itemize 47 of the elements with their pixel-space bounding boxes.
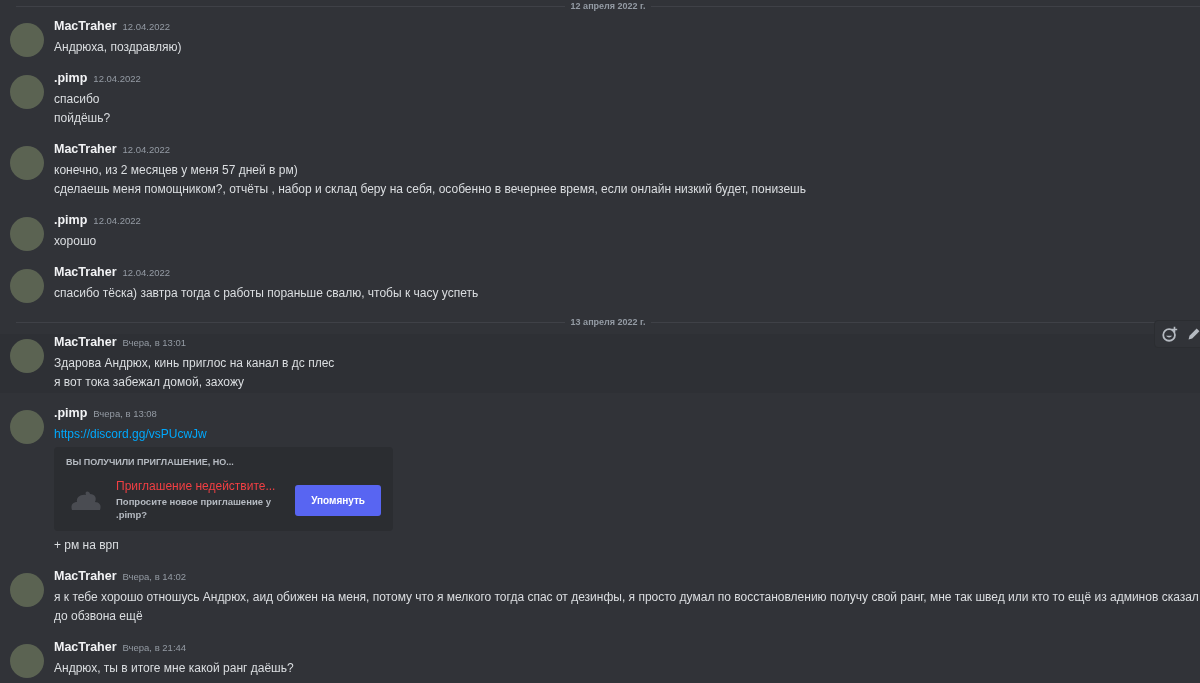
message-text: конечно, из 2 месяцев у меня 57 дней в рм) [54,162,299,179]
username[interactable]: .pimp [54,406,88,420]
username[interactable]: .pimp [54,213,88,227]
message-text: Здарова Андрюх, кинь приглос на канал в дс плес [54,355,336,372]
timestamp: 12.04.2022 [122,267,171,278]
avatar[interactable] [10,410,44,444]
invite-heading: ВЫ ПОЛУЧИЛИ ПРИГЛАШЕНИЕ, НО... [66,457,235,467]
avatar[interactable] [10,269,44,303]
timestamp: 12.04.2022 [93,73,141,84]
username[interactable]: MacTraher [54,569,117,583]
avatar[interactable] [10,146,44,180]
timestamp: Вчера, в 13:01 [122,337,187,348]
username[interactable]: MacTraher [54,265,117,279]
message-text: я вот тока забежал домой, захожу [54,374,246,391]
avatar[interactable] [10,23,44,57]
timestamp: 12.04.2022 [122,21,171,32]
username[interactable]: MacTraher [54,19,117,33]
avatar[interactable] [10,217,44,251]
timestamp: 12.04.2022 [122,144,171,155]
message-text: Андрюх, ты в итоге мне какой ранг даёшь? [54,660,295,677]
timestamp: Вчера, в 13:08 [93,408,157,419]
message-text: спасибо [54,91,101,108]
message-text: сделаешь меня помощником?, отчёты , набор и склад беру на себя, особенно в вечернее время, если онлайн низкий будет, понизешь [54,181,807,198]
invite-link[interactable]: https://discord.gg/vsPUcwJw [54,427,207,441]
date-divider-label: 12 апреля 2022 г. [569,1,647,11]
username[interactable]: MacTraher [54,640,117,654]
timestamp: Вчера, в 21:44 [122,642,187,653]
avatar[interactable] [10,75,44,109]
date-divider-label: 13 апреля 2022 г. [569,317,647,327]
username[interactable]: MacTraher [54,335,117,349]
message-text: я к тебе хорошо отношусь Андрюх, аид обижен на меня, потому что я мелкого тогда спас от дезинфы, я просто думал по восстановлению получу свой ранг, мне так швед или кто то ещё из админов сказал до обзвона ещё [54,589,1199,625]
message-text: пойдёшь? [54,110,112,127]
timestamp: 12.04.2022 [93,215,141,226]
message-text: спасибо тёска) завтра тогда с работы пораньше свалю, чтобы к часу успеть [54,285,480,302]
add-reaction-icon[interactable] [1161,325,1179,343]
username[interactable]: .pimp [54,71,88,85]
avatar[interactable] [10,573,44,607]
message-text: хорошо [54,233,98,250]
invite-title: Приглашение недействите... [116,479,277,493]
avatar[interactable] [10,644,44,678]
username[interactable]: MacTraher [54,142,117,156]
message-text: + рм на врп [54,537,120,554]
message-text: Андрюха, поздравляю) [54,39,183,56]
invite-description: Попросите новое приглашение у .pimp? [116,495,272,521]
timestamp: Вчера, в 14:02 [122,571,187,582]
avatar[interactable] [10,339,44,373]
mention-button[interactable]: Упомянуть [295,484,381,516]
